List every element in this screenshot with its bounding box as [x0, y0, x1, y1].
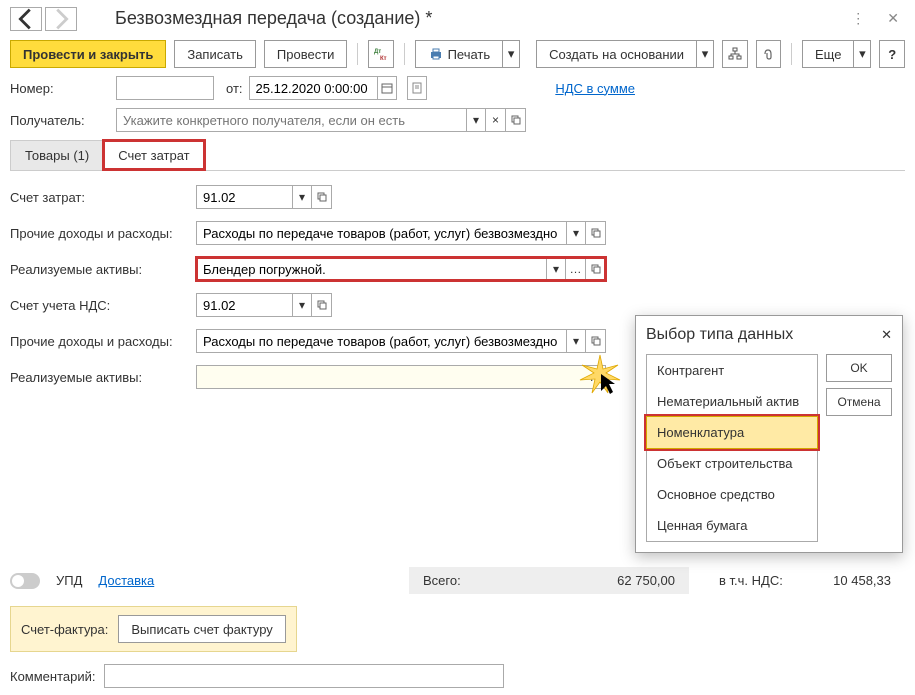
cost-account-open-icon[interactable]	[312, 185, 332, 209]
separator	[404, 43, 405, 65]
popup-item-fixed-asset[interactable]: Основное средство	[647, 479, 817, 510]
realized-assets2-more[interactable]: …	[586, 365, 606, 389]
realized-assets-dropdown[interactable]: ▾	[546, 257, 566, 281]
popup-item-construction[interactable]: Объект строительства	[647, 448, 817, 479]
svg-text:Дт: Дт	[374, 49, 381, 55]
help-button[interactable]: ?	[879, 40, 905, 68]
comment-label: Комментарий:	[10, 669, 96, 684]
tab-goods[interactable]: Товары (1)	[10, 140, 104, 170]
popup-close-icon[interactable]: ✕	[881, 327, 892, 343]
cost-account-dropdown[interactable]: ▾	[292, 185, 312, 209]
menu-dots-icon[interactable]: ⋮	[845, 6, 871, 31]
cost-account-input[interactable]	[196, 185, 292, 209]
recipient-open-icon[interactable]	[506, 108, 526, 132]
calendar-icon[interactable]	[377, 76, 397, 100]
save-button[interactable]: Записать	[174, 40, 256, 68]
cost-account-label: Счет затрат:	[10, 190, 190, 205]
realized-assets-label: Реализуемые активы:	[10, 262, 190, 277]
other-income-open-icon[interactable]	[586, 221, 606, 245]
more-dropdown[interactable]: ▾	[853, 40, 871, 68]
popup-list: Контрагент Нематериальный актив Номенкла…	[646, 354, 818, 542]
from-label: от:	[226, 81, 243, 96]
window-title: Безвозмездная передача (создание) *	[115, 8, 837, 29]
vat-label: в т.ч. НДС:	[719, 573, 783, 588]
write-invoice-button[interactable]: Выписать счет фактуру	[118, 615, 285, 643]
popup-item-nomenclature[interactable]: Номенклатура	[646, 416, 818, 449]
svg-text:Кт: Кт	[380, 56, 387, 62]
dtkt-button[interactable]: ДтКт	[368, 40, 394, 68]
delivery-link[interactable]: Доставка	[98, 573, 154, 588]
popup-ok-button[interactable]: OK	[826, 354, 892, 382]
popup-cancel-button[interactable]: Отмена	[826, 388, 892, 416]
recipient-label: Получатель:	[10, 113, 110, 128]
vat-account-input[interactable]	[196, 293, 292, 317]
back-button[interactable]	[10, 7, 42, 31]
vat-link[interactable]: НДС в сумме	[555, 81, 635, 96]
number-label: Номер:	[10, 81, 110, 96]
realized-assets2-input[interactable]	[196, 365, 586, 389]
other-income2-open-icon[interactable]	[586, 329, 606, 353]
total-label: Всего:	[423, 573, 461, 588]
date-input[interactable]	[249, 76, 377, 100]
vat-value: 10 458,33	[833, 573, 891, 588]
popup-item-intangible[interactable]: Нематериальный актив	[647, 386, 817, 417]
popup-item-security[interactable]: Ценная бумага	[647, 510, 817, 541]
attach-button[interactable]	[756, 40, 782, 68]
tab-cost-account[interactable]: Счет затрат	[103, 140, 204, 170]
popup-title: Выбор типа данных	[646, 326, 793, 344]
create-based-dropdown[interactable]: ▾	[696, 40, 714, 68]
vat-account-open-icon[interactable]	[312, 293, 332, 317]
other-income2-dropdown[interactable]: ▾	[566, 329, 586, 353]
structure-button[interactable]	[722, 40, 748, 68]
realized-assets-more[interactable]: …	[566, 257, 586, 281]
vat-account-dropdown[interactable]: ▾	[292, 293, 312, 317]
recipient-clear[interactable]: ×	[486, 108, 506, 132]
other-income2-label: Прочие доходы и расходы:	[10, 334, 190, 349]
upd-toggle[interactable]	[10, 573, 40, 589]
type-select-popup: Выбор типа данных ✕ Контрагент Нематериа…	[635, 315, 903, 553]
realized-assets-input[interactable]	[196, 257, 546, 281]
print-button[interactable]: Печать	[415, 40, 503, 68]
other-income-label: Прочие доходы и расходы:	[10, 226, 190, 241]
separator	[357, 43, 358, 65]
upd-label: УПД	[56, 573, 82, 588]
other-income-dropdown[interactable]: ▾	[566, 221, 586, 245]
close-icon[interactable]: ✕	[881, 6, 905, 31]
total-value: 62 750,00	[617, 573, 675, 588]
vat-account-label: Счет учета НДС:	[10, 298, 190, 313]
print-dropdown[interactable]: ▾	[502, 40, 520, 68]
realized-assets2-label: Реализуемые активы:	[10, 370, 190, 385]
number-input[interactable]	[116, 76, 214, 100]
realized-assets-open-icon[interactable]	[586, 257, 606, 281]
other-income2-input[interactable]	[196, 329, 566, 353]
more-button[interactable]: Еще	[802, 40, 853, 68]
create-based-button[interactable]: Создать на основании	[536, 40, 696, 68]
comment-input[interactable]	[104, 664, 504, 688]
post-and-close-button[interactable]: Провести и закрыть	[10, 40, 166, 68]
recipient-dropdown[interactable]: ▾	[466, 108, 486, 132]
forward-button[interactable]	[45, 7, 77, 31]
separator	[791, 43, 792, 65]
other-income-input[interactable]	[196, 221, 566, 245]
post-button[interactable]: Провести	[264, 40, 348, 68]
info-icon[interactable]	[407, 76, 427, 100]
popup-item-counterparty[interactable]: Контрагент	[647, 355, 817, 386]
recipient-input[interactable]	[116, 108, 466, 132]
invoice-label: Счет-фактура:	[21, 622, 108, 637]
